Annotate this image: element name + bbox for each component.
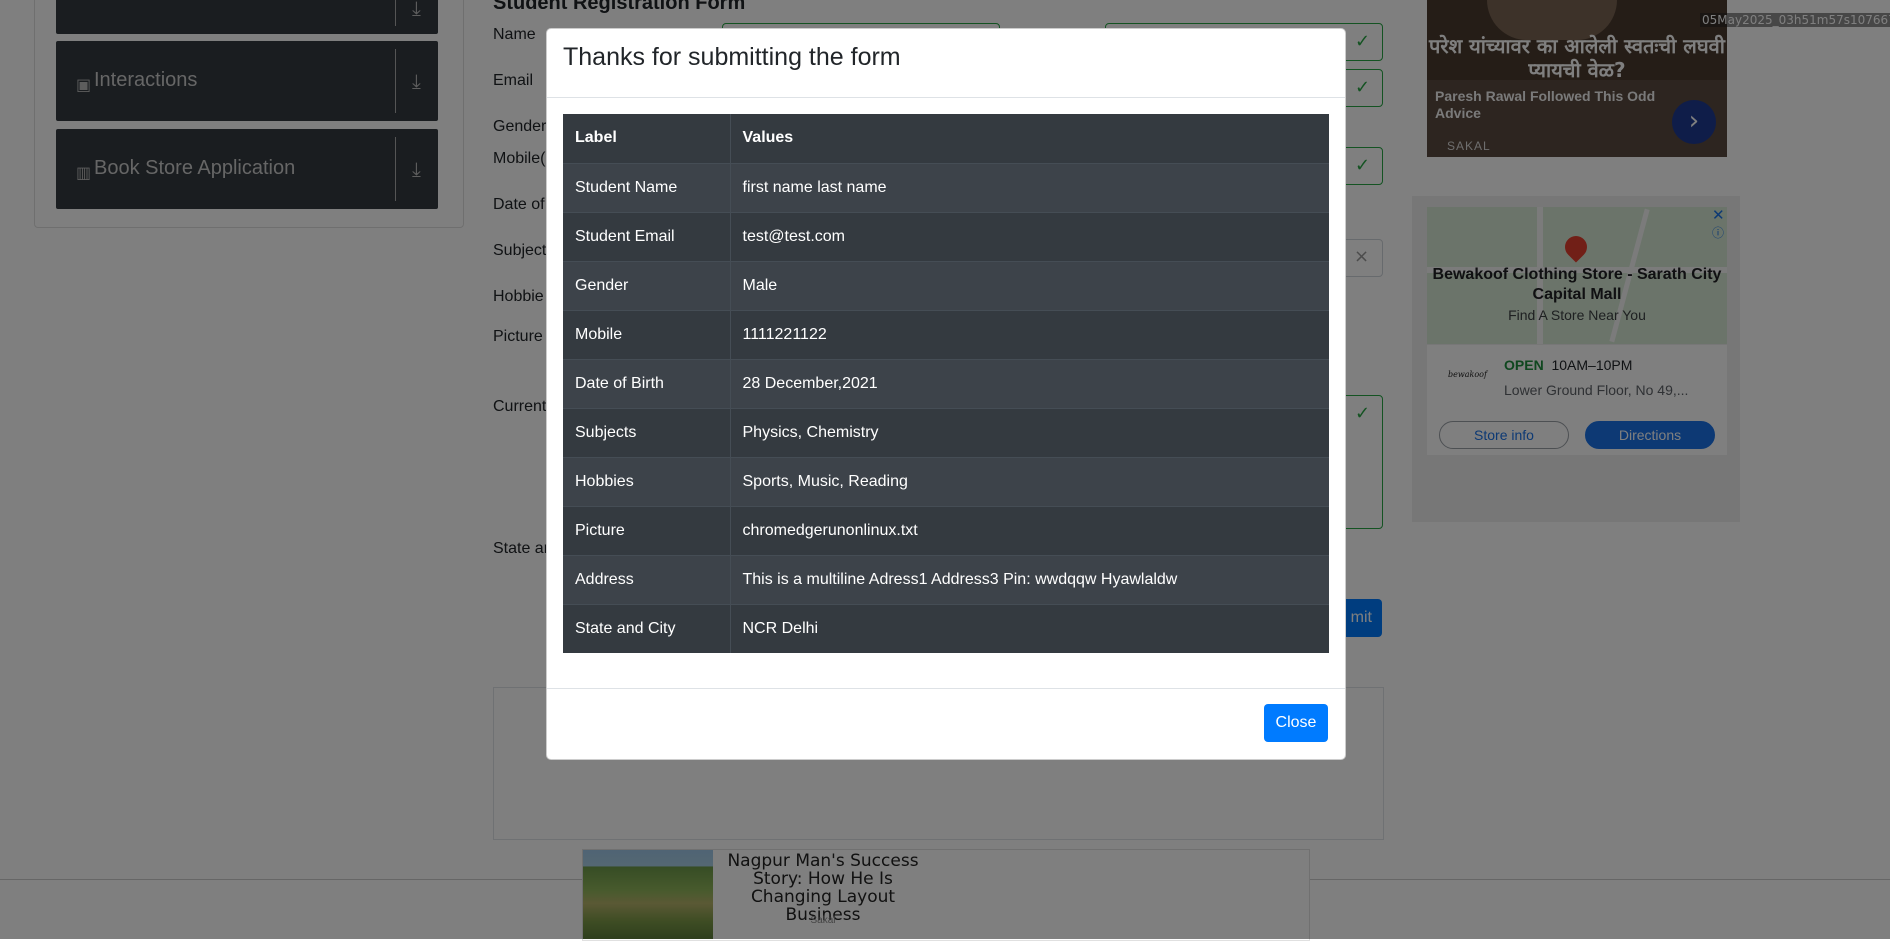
row-value: Male [730, 260, 1329, 310]
table-header-row: Label Values [563, 114, 1329, 163]
row-label: Mobile [563, 309, 731, 359]
row-value: This is a multiline Adress1 Address3 Pin… [730, 554, 1329, 604]
table-row: Student Email test@test.com [563, 211, 1329, 261]
table-row: Gender Male [563, 260, 1329, 310]
row-label: Student Email [563, 211, 731, 261]
table-row: Student Name first name last name [563, 162, 1329, 212]
table-row: Address This is a multiline Adress1 Addre… [563, 554, 1329, 604]
row-label: Address [563, 554, 731, 604]
row-label: Gender [563, 260, 731, 310]
row-value: first name last name [730, 162, 1329, 212]
row-value: Physics, Chemistry [730, 407, 1329, 457]
row-value: test@test.com [730, 211, 1329, 261]
row-value: chromedgerunonlinux.txt [730, 505, 1329, 555]
table-row: Mobile 1111221122 [563, 309, 1329, 359]
table-row: State and City NCR Delhi [563, 603, 1329, 653]
results-table: Label Values Student Name first name last… [563, 114, 1329, 653]
close-button[interactable]: Close [1264, 704, 1328, 742]
row-value: NCR Delhi [730, 603, 1329, 653]
row-label: State and City [563, 603, 731, 653]
submission-modal: Thanks for submitting the form Label Val… [546, 28, 1346, 760]
row-label: Date of Birth [563, 358, 731, 408]
modal-title: Thanks for submitting the form [563, 43, 901, 71]
row-value: 1111221122 [730, 309, 1329, 359]
row-label: Student Name [563, 162, 731, 212]
column-header-values: Values [730, 114, 1329, 163]
table-row: Picture chromedgerunonlinux.txt [563, 505, 1329, 555]
row-label: Subjects [563, 407, 731, 457]
table-row: Date of Birth 28 December,2021 [563, 358, 1329, 408]
modal-header-divider [547, 97, 1345, 98]
column-header-label: Label [563, 114, 731, 163]
row-value: 28 December,2021 [730, 358, 1329, 408]
table-row: Hobbies Sports, Music, Reading [563, 456, 1329, 506]
table-row: Subjects Physics, Chemistry [563, 407, 1329, 457]
row-value: Sports, Music, Reading [730, 456, 1329, 506]
row-label: Picture [563, 505, 731, 555]
row-label: Hobbies [563, 456, 731, 506]
modal-footer-divider [547, 688, 1345, 689]
